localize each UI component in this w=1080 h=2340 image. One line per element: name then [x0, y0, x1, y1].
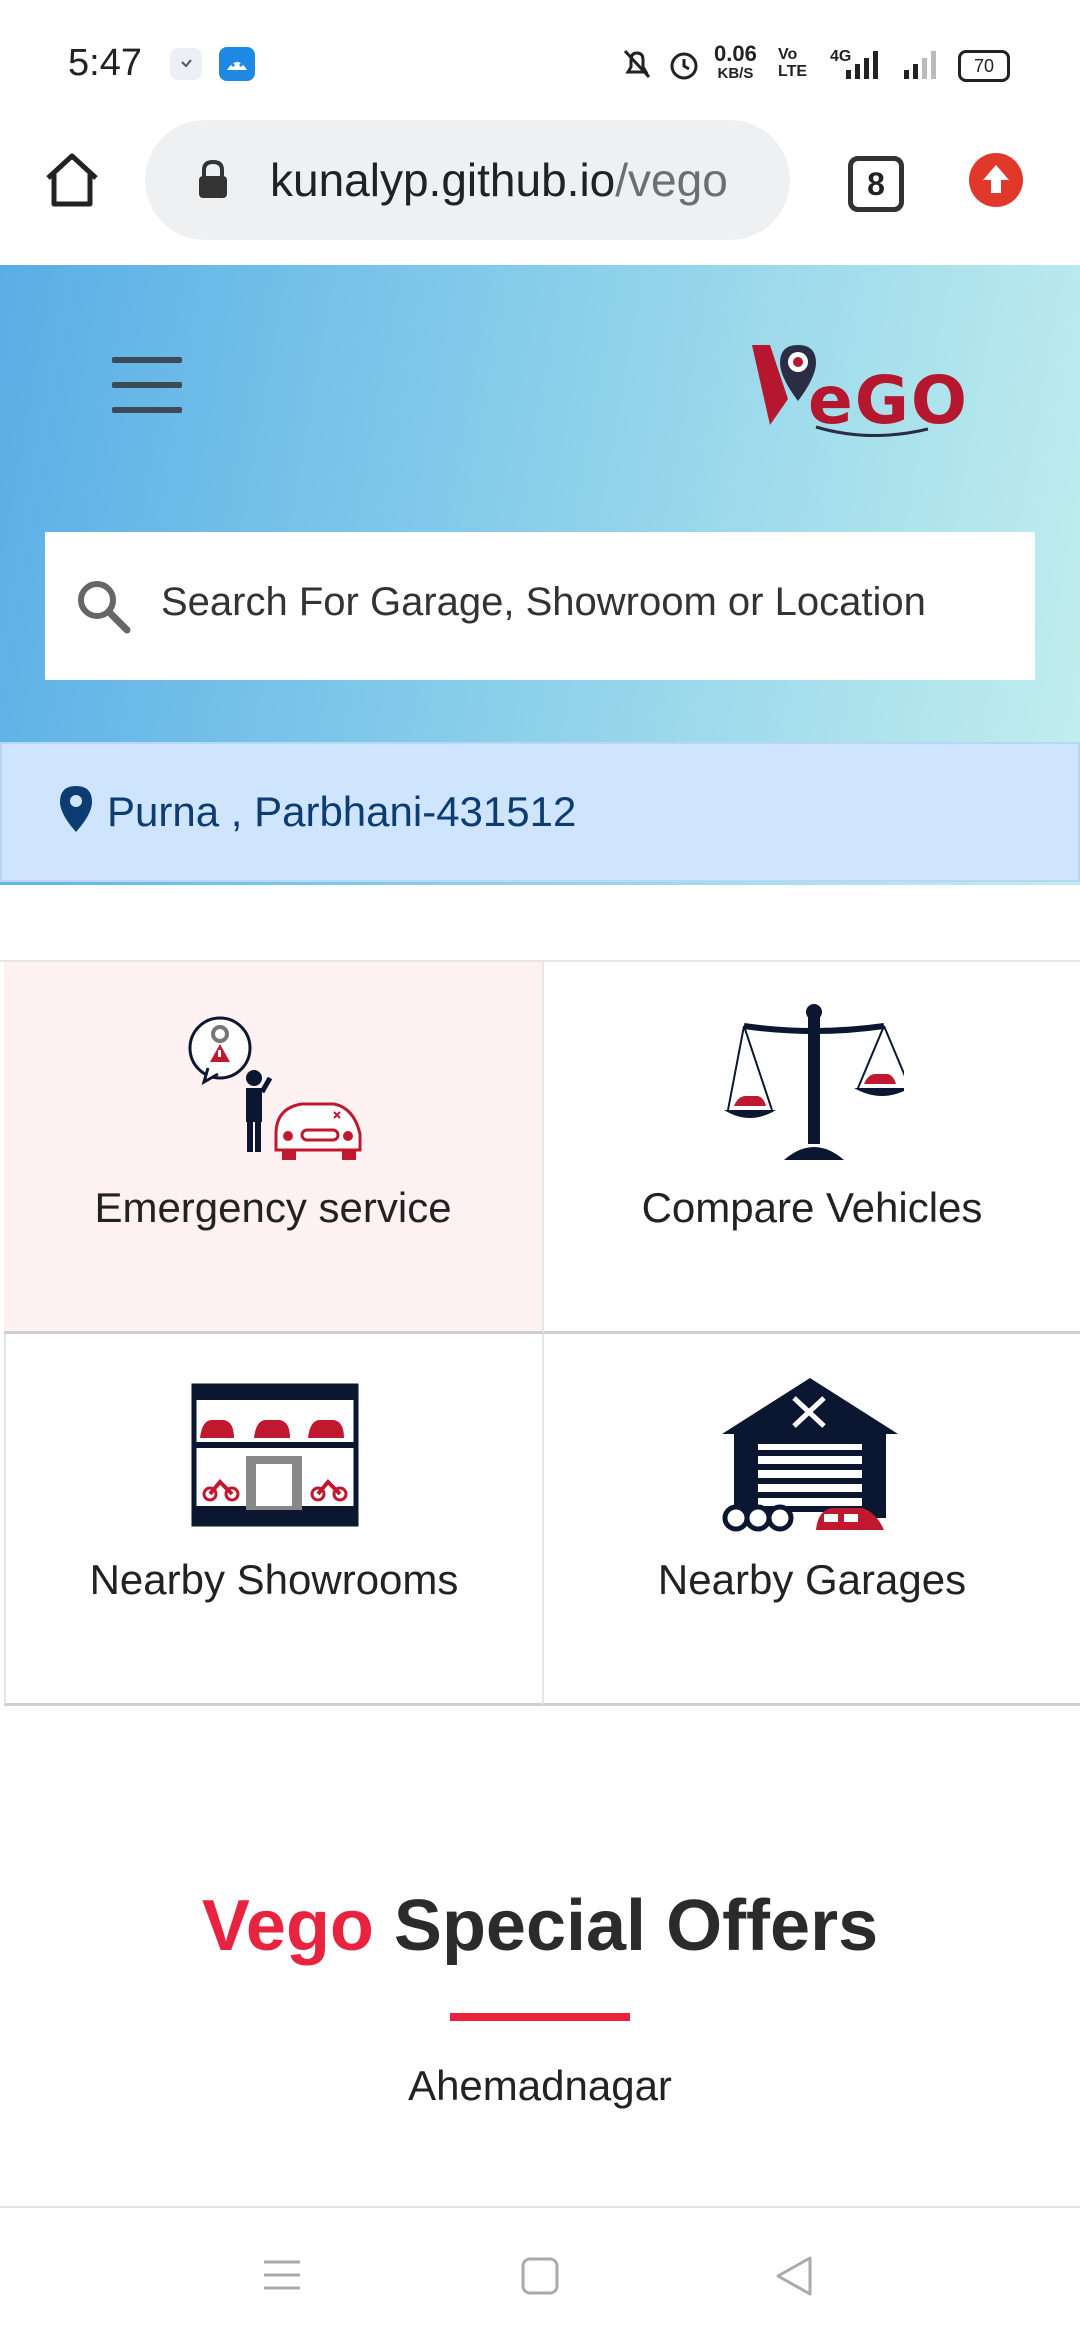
- emergency-service-icon: [188, 1016, 362, 1160]
- clock-app-icon: [170, 48, 202, 80]
- service-label: Nearby Garages: [657, 1556, 967, 1603]
- battery-icon: 70: [958, 50, 1010, 82]
- service-tile-compare[interactable]: Compare Vehicles: [544, 962, 1080, 1334]
- svg-text:eGO: eGO: [808, 362, 969, 439]
- service-tile-garages[interactable]: Nearby Garages: [544, 1334, 1080, 1706]
- system-navigation-bar: [0, 2208, 1080, 2340]
- recents-menu-icon[interactable]: [262, 2258, 302, 2292]
- home-nav-icon[interactable]: [520, 2256, 560, 2296]
- url-text: kunalyp.github.io/vego: [270, 153, 775, 207]
- mute-bell-icon: [623, 49, 651, 79]
- menu-icon[interactable]: [112, 357, 182, 432]
- back-nav-icon[interactable]: [774, 2254, 814, 2298]
- update-icon[interactable]: [968, 152, 1024, 208]
- service-label: Compare Vehicles: [641, 1184, 983, 1231]
- android-icon: [219, 47, 255, 81]
- address-bar[interactable]: kunalyp.github.io/vego: [145, 120, 790, 240]
- alarm-icon: [670, 52, 698, 80]
- service-tile-emergency[interactable]: Emergency service: [4, 962, 544, 1334]
- showroom-icon: [191, 1383, 359, 1527]
- offers-heading: Vego Special Offers: [0, 1885, 1080, 1967]
- search-box[interactable]: Search For Garage, Showroom or Location: [45, 532, 1035, 680]
- service-tile-showrooms[interactable]: Nearby Showrooms: [4, 1334, 544, 1706]
- browser-toolbar: kunalyp.github.io/vego 8: [0, 120, 1080, 265]
- search-icon: [78, 581, 131, 634]
- net-speed: 0.06 KB/S: [714, 41, 757, 83]
- location-text: Purna , Parbhani-431512: [107, 788, 577, 835]
- offers-underline: [450, 2013, 630, 2021]
- search-placeholder: Search For Garage, Showroom or Location: [161, 580, 926, 624]
- vego-logo[interactable]: eGO: [750, 335, 990, 445]
- offers-brand: Vego: [201, 1886, 374, 1966]
- scale-icon: [724, 1004, 904, 1160]
- map-pin-icon: [60, 786, 92, 832]
- offers-title: Special Offers: [393, 1886, 879, 1966]
- offers-city: Ahemadnagar: [408, 2062, 672, 2109]
- location-bar[interactable]: Purna , Parbhani-431512: [0, 742, 1080, 882]
- garage-icon: [722, 1378, 898, 1532]
- url-host: kunalyp.github.io: [270, 154, 616, 206]
- signal-strength-icon: [846, 51, 878, 79]
- url-path: /vego: [615, 154, 728, 206]
- status-time: 5:47: [68, 42, 142, 84]
- status-bar: 5:47 0.06 KB/S Vo LTE 4G 70: [0, 0, 1080, 120]
- tab-switcher-button[interactable]: 8: [848, 156, 904, 212]
- lock-icon: [199, 159, 227, 198]
- service-label: Emergency service: [94, 1184, 452, 1231]
- service-label: Nearby Showrooms: [89, 1556, 459, 1603]
- volte-badge: Vo LTE: [778, 46, 808, 80]
- signal-strength-2-icon: [904, 51, 936, 79]
- home-icon[interactable]: [42, 150, 102, 210]
